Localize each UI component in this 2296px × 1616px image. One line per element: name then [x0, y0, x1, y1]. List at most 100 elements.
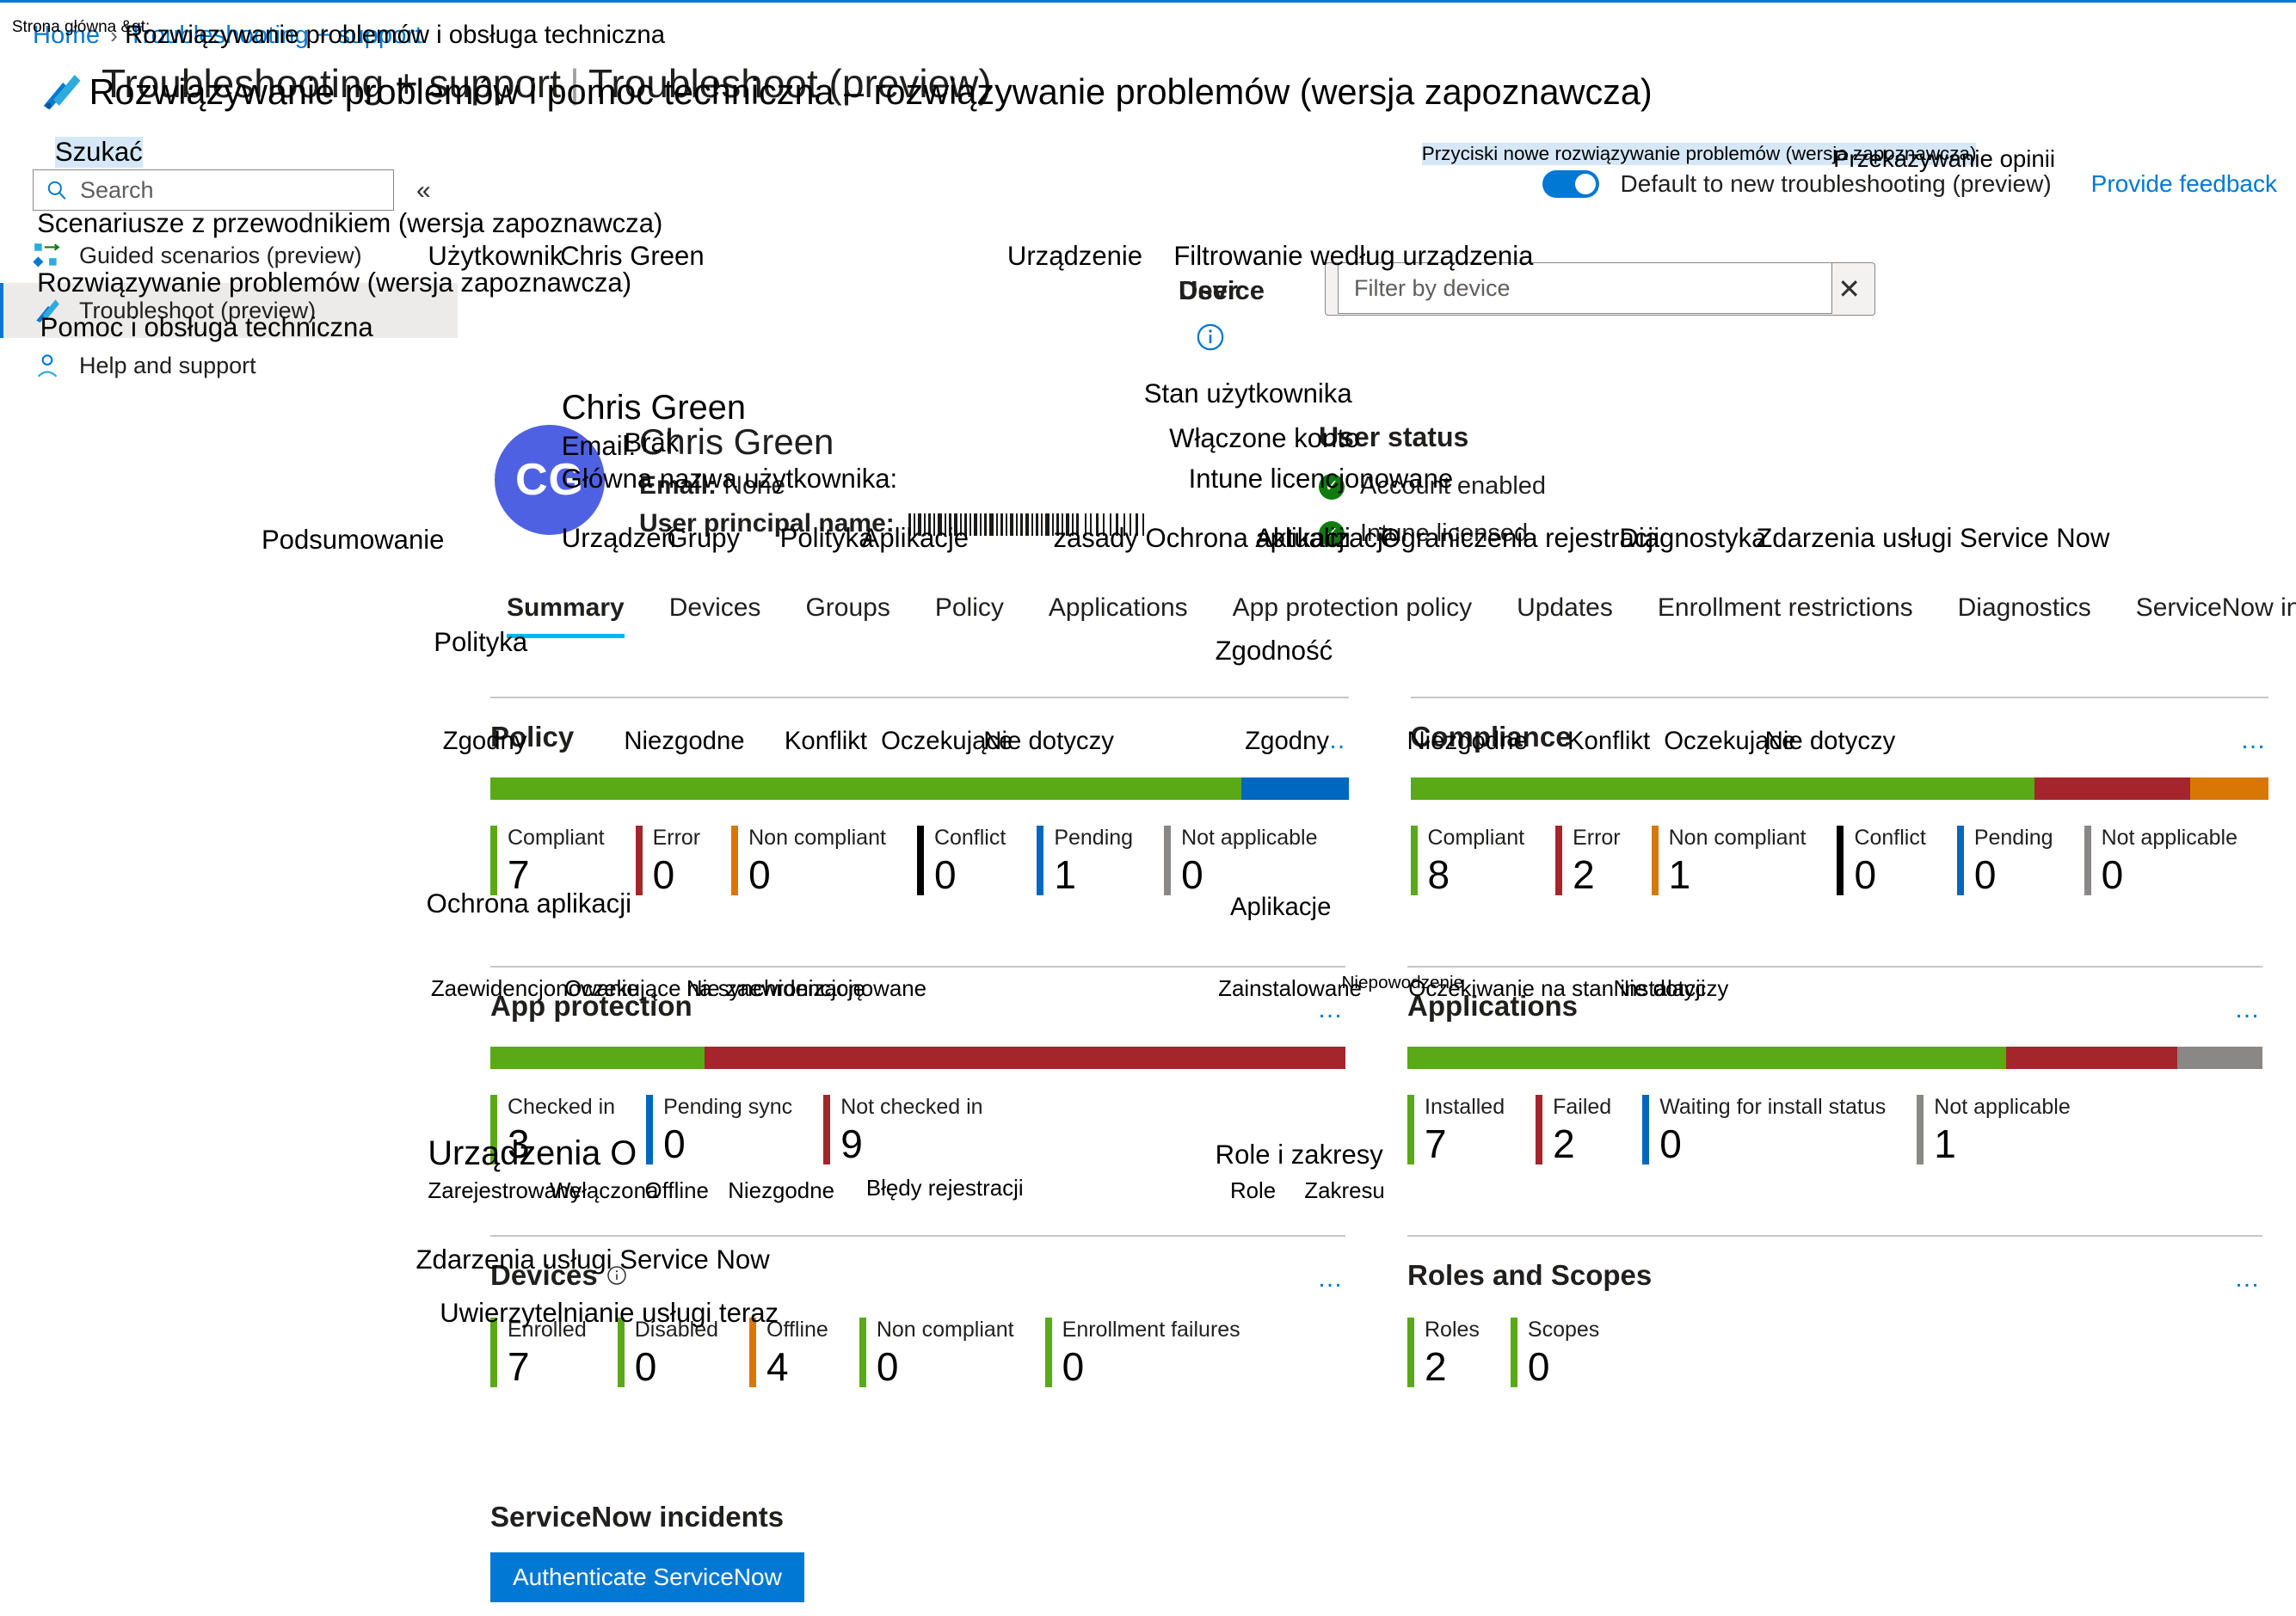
legend-item: Non compliant 0 — [731, 826, 917, 895]
help-support-icon — [37, 354, 58, 378]
close-icon[interactable]: ✕ — [1837, 273, 1861, 305]
annotation-label: Zdarzenia usługi Service Now — [1756, 522, 2110, 553]
annotation-label: Chris Green — [561, 389, 746, 427]
legend-value: 0 — [1973, 851, 1997, 897]
legend-color-tick — [490, 826, 497, 896]
annotation-label: Zakresu — [1304, 1179, 1385, 1204]
card-legend: Roles 2 Scopes 0 — [1407, 1318, 2262, 1387]
legend-value: 1 — [1054, 851, 1076, 897]
legend-color-tick — [1536, 1095, 1543, 1165]
legend-color-tick — [859, 1318, 866, 1388]
collapse-sidebar-button[interactable]: « — [416, 176, 431, 206]
legend-color-tick — [823, 1095, 831, 1165]
card-legend: Installed 7 Failed 2 Waiting for install sta… — [1407, 1095, 2262, 1164]
card-header: Roles and Scopes … — [1407, 1259, 2262, 1292]
legend-color-tick — [1037, 826, 1044, 896]
info-icon[interactable] — [1196, 323, 1225, 352]
annotation-label: Filtrowanie według urządzenia — [1173, 240, 1534, 271]
legend-label: Checked in — [508, 1095, 616, 1120]
legend-color-tick — [1410, 826, 1418, 896]
annotation-label: Pomoc i obsługa techniczna — [40, 311, 373, 342]
search-input[interactable]: Search — [33, 169, 394, 211]
card-compliance: Compliance… Compliant 8 Error 2 Non compliant… — [1410, 688, 2268, 897]
card-menu-button[interactable]: … — [2234, 1259, 2262, 1292]
annotation-label: Włączone konto — [1169, 423, 1360, 454]
legend-color-tick — [1510, 1318, 1517, 1388]
annotation-label: Diagnostyka — [1619, 522, 1767, 553]
annotation-label: Nie zaewidencjonowane — [686, 977, 927, 1002]
tab-diagnostics[interactable]: Diagnostics — [1936, 593, 2114, 638]
card-divider — [1407, 966, 2262, 968]
legend-item: Not checked in 9 — [823, 1095, 1013, 1164]
annotation-label: Niezgodne — [1407, 726, 1528, 755]
legend-item: Conflict 0 — [916, 826, 1037, 895]
tab-applications[interactable]: Applications — [1026, 593, 1210, 638]
progress-segment — [2190, 777, 2268, 800]
legend-item: Not applicable 0 — [1164, 826, 1348, 895]
legend-color-tick — [1651, 826, 1659, 896]
card-title: Roles and Scopes — [1407, 1259, 1652, 1292]
annotation-label: Konflikt — [784, 726, 868, 755]
tab-app-protection-policy[interactable]: App protection policy — [1210, 593, 1495, 638]
progress-segment — [490, 1047, 705, 1070]
legend-value: 0 — [2101, 851, 2124, 897]
annotation-label: Zgodny — [1245, 726, 1330, 755]
sidebar-item-label: Guided scenarios (preview) — [79, 242, 362, 268]
legend-color-tick — [635, 826, 643, 896]
annotation-label: Niezgodne — [624, 726, 745, 755]
legend-label: Conflict — [1854, 826, 1926, 850]
legend-label: Error — [652, 826, 701, 850]
legend-value: 0 — [876, 1343, 899, 1389]
annotation-label: Rozwiązywanie problemów (wersja zapoznaw… — [37, 267, 632, 298]
legend-color-tick — [2084, 826, 2091, 896]
legend-item: Failed 2 — [1536, 1095, 1642, 1164]
authenticate-servicenow-button[interactable]: Authenticate ServiceNow — [490, 1552, 804, 1602]
legend-label: Failed — [1553, 1095, 1612, 1120]
legend-color-tick — [1164, 826, 1172, 896]
card-menu-button[interactable]: … — [2234, 990, 2262, 1023]
annotation-label: Aktualizacje — [1255, 522, 1399, 553]
annotation-label: Rozwiązywanie problemów i pomoc technicz… — [89, 71, 1653, 112]
legend-label: Pending — [1054, 826, 1134, 850]
legend-item: Enrollment failures 0 — [1044, 1318, 1271, 1387]
annotation-label: Uwierzytelnianie usługi teraz — [440, 1298, 779, 1329]
legend-color-tick — [1917, 1095, 1924, 1165]
legend-label: Not applicable — [1181, 826, 1318, 850]
legend-value: 8 — [1427, 851, 1450, 897]
legend-item: Pending 0 — [1956, 826, 2084, 897]
tab-enrollment-restrictions[interactable]: Enrollment restrictions — [1635, 593, 1936, 638]
legend-color-tick — [1555, 826, 1563, 896]
legend-item: Error 2 — [1555, 826, 1652, 895]
tab-groups[interactable]: Groups — [783, 593, 912, 638]
tab-updates[interactable]: Updates — [1494, 593, 1635, 638]
stacked-progress-bar — [1407, 1047, 2262, 1070]
legend-color-tick — [1837, 826, 1844, 896]
annotation-label: Urządzenie — [1006, 240, 1143, 271]
legend-value: 0 — [1527, 1343, 1550, 1389]
tab-servicenow-incidents[interactable]: ServiceNow incidents — [2114, 593, 2296, 638]
card-menu-button[interactable]: … — [1317, 1259, 1345, 1292]
card-roles-and-scopes: Roles and Scopes … Roles 2 Scopes 0 — [1407, 1226, 2262, 1387]
legend-value: 2 — [1573, 851, 1595, 897]
legend-value: 2 — [1425, 1343, 1447, 1389]
default-new-troubleshooting-toggle[interactable] — [1542, 170, 1600, 198]
provide-feedback-link[interactable]: Provide feedback — [2091, 170, 2277, 198]
legend-item: Pending sync 0 — [646, 1095, 823, 1164]
tab-devices[interactable]: Devices — [647, 593, 784, 638]
progress-segment — [1410, 777, 2034, 800]
legend-label: Roles — [1425, 1318, 1480, 1343]
card-menu-button[interactable]: … — [2240, 721, 2268, 753]
search-placeholder: Search — [80, 176, 154, 203]
legend-label: Non compliant — [876, 1318, 1014, 1343]
sidebar-item-help-and-support[interactable]: Help and support — [0, 338, 458, 393]
annotation-label: Rozwiązywanie problemów i obsługa techni… — [125, 21, 666, 50]
annotation-label: Urządzenia O — [428, 1134, 637, 1173]
tab-policy[interactable]: Policy — [913, 593, 1026, 638]
annotation-label: Stan użytkownika — [1143, 378, 1352, 409]
legend-item: Scopes 0 — [1510, 1318, 1630, 1389]
legend-value: 1 — [1934, 1121, 1956, 1166]
card-title-text: Roles and Scopes — [1407, 1259, 1653, 1292]
progress-segment — [2005, 1047, 2177, 1070]
search-icon — [47, 181, 66, 200]
annotation-label: Polityka — [779, 522, 874, 553]
